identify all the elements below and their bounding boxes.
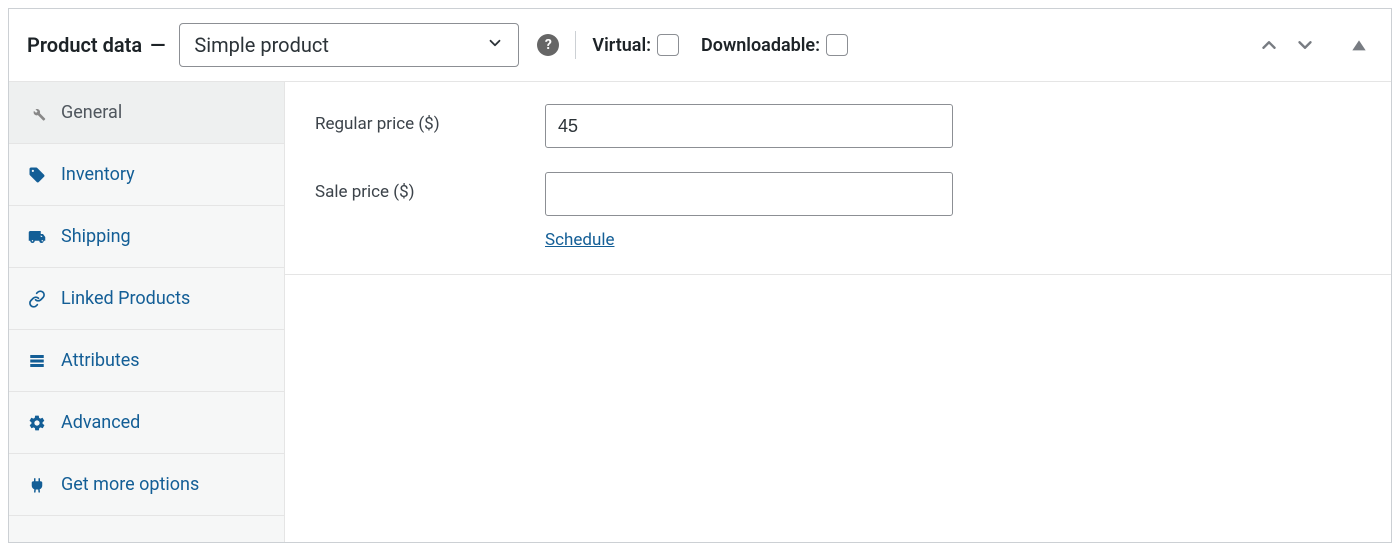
truck-icon <box>27 227 47 247</box>
downloadable-label: Downloadable: <box>701 35 820 56</box>
tab-label: Linked Products <box>61 288 190 309</box>
panel-controls <box>1255 31 1373 59</box>
product-type-value: Simple product <box>194 33 328 57</box>
collapse-icon[interactable] <box>1345 31 1373 59</box>
sale-price-input[interactable] <box>545 172 953 216</box>
tab-advanced[interactable]: Advanced <box>9 392 284 454</box>
schedule-link[interactable]: Schedule <box>545 230 953 250</box>
tab-label: Advanced <box>61 412 140 433</box>
regular-price-row: Regular price ($) <box>315 104 1361 148</box>
list-icon <box>27 351 47 371</box>
regular-price-input[interactable] <box>545 104 953 148</box>
tag-icon <box>27 165 47 185</box>
tab-inventory[interactable]: Inventory <box>9 144 284 206</box>
side-tabs: General Inventory Shipping Linked Produc… <box>9 82 285 542</box>
downloadable-checkbox[interactable] <box>826 34 848 56</box>
gear-icon <box>27 413 47 433</box>
product-type-select[interactable]: Simple product <box>179 23 519 67</box>
regular-price-label: Regular price ($) <box>315 104 545 134</box>
tab-label: Get more options <box>61 474 199 495</box>
product-data-panel: Product data — Simple product ? Virtual:… <box>8 8 1392 543</box>
panel-body: General Inventory Shipping Linked Produc… <box>9 82 1391 542</box>
virtual-toggle[interactable]: Virtual: <box>592 34 679 56</box>
move-down-icon[interactable] <box>1291 31 1319 59</box>
header-divider <box>575 31 576 59</box>
tab-get-more-options[interactable]: Get more options <box>9 454 284 516</box>
chevron-down-icon <box>486 34 504 56</box>
section-divider <box>285 274 1391 275</box>
virtual-checkbox[interactable] <box>657 34 679 56</box>
downloadable-toggle[interactable]: Downloadable: <box>701 34 848 56</box>
panel-header: Product data — Simple product ? Virtual:… <box>9 9 1391 82</box>
help-icon[interactable]: ? <box>537 34 559 56</box>
virtual-label: Virtual: <box>592 35 651 56</box>
sale-price-label: Sale price ($) <box>315 172 545 202</box>
tab-general[interactable]: General <box>9 82 284 144</box>
tab-label: Inventory <box>61 164 135 185</box>
tab-label: General <box>61 102 122 123</box>
title-dash: — <box>150 33 165 57</box>
tab-label: Shipping <box>61 226 131 247</box>
sale-price-row: Sale price ($) Schedule <box>315 172 1361 250</box>
tab-shipping[interactable]: Shipping <box>9 206 284 268</box>
panel-title: Product data <box>27 33 142 57</box>
move-up-icon[interactable] <box>1255 31 1283 59</box>
plug-icon <box>27 475 47 495</box>
tab-attributes[interactable]: Attributes <box>9 330 284 392</box>
general-pane: Regular price ($) Sale price ($) Schedul… <box>285 82 1391 542</box>
tab-label: Attributes <box>61 350 140 371</box>
link-icon <box>27 289 47 309</box>
wrench-icon <box>27 103 47 123</box>
tab-linked-products[interactable]: Linked Products <box>9 268 284 330</box>
